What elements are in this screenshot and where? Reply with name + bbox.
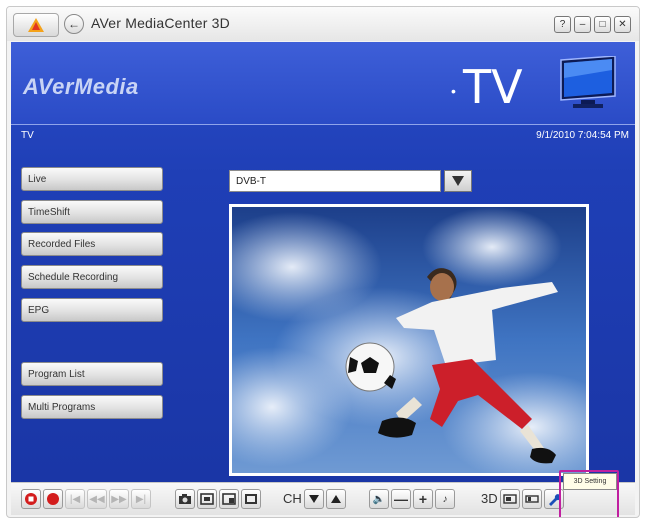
- sidebar-item-label: Schedule Recording: [28, 271, 119, 283]
- source-select[interactable]: DVB-T: [229, 170, 441, 192]
- help-button[interactable]: ?: [554, 16, 571, 33]
- pip-button[interactable]: [219, 489, 239, 509]
- minus-icon: —: [394, 491, 408, 507]
- tv-monitor-icon: [560, 56, 616, 108]
- rewind-button[interactable]: ◀◀: [87, 489, 107, 509]
- skip-forward-icon: ▶|: [135, 493, 147, 505]
- picture-in-picture-icon: [222, 493, 236, 505]
- music-note-icon: ♪: [442, 493, 448, 505]
- rewind-icon: ◀◀: [89, 493, 105, 505]
- 3d-mode-button[interactable]: [499, 489, 520, 509]
- back-arrow-icon: ←: [68, 17, 80, 31]
- screen-icon: [200, 493, 214, 505]
- sidebar-item-program-list[interactable]: Program List: [21, 362, 163, 386]
- back-button[interactable]: ←: [64, 14, 84, 34]
- sidebar-item-label: Program List: [28, 368, 85, 380]
- video-preview[interactable]: [229, 204, 589, 476]
- fullscreen-button[interactable]: [241, 489, 261, 509]
- app-window: ← AVer MediaCenter 3D ? – □ ✕ AVerMedia …: [6, 6, 640, 518]
- maximize-button[interactable]: □: [594, 16, 611, 33]
- skip-back-button[interactable]: |◀: [65, 489, 85, 509]
- triangle-down-icon: [452, 176, 464, 186]
- fullscreen-icon: [245, 494, 257, 504]
- camera-icon: [179, 494, 191, 504]
- volume-down-button[interactable]: —: [391, 489, 411, 509]
- header-divider: [11, 124, 635, 125]
- close-button[interactable]: ✕: [614, 16, 631, 33]
- stop-icon: [25, 493, 37, 505]
- section-title: TV: [463, 60, 523, 114]
- 3d-format-button[interactable]: [521, 489, 542, 509]
- skip-forward-button[interactable]: ▶|: [131, 489, 151, 509]
- channel-up-button[interactable]: [325, 489, 346, 509]
- display-mode-button[interactable]: [197, 489, 217, 509]
- minimize-icon: –: [579, 19, 586, 30]
- triangle-up-icon: [330, 495, 341, 503]
- fast-forward-button[interactable]: ▶▶: [109, 489, 129, 509]
- avermedia-logo-icon: [28, 18, 44, 32]
- fast-forward-icon: ▶▶: [111, 493, 127, 505]
- sidebar-item-live[interactable]: Live: [21, 167, 163, 191]
- sidebar-item-label: Recorded Files: [28, 238, 96, 250]
- audio-button[interactable]: ♪: [435, 489, 455, 509]
- record-icon: [47, 493, 59, 505]
- mute-button[interactable]: 🔈: [369, 489, 389, 509]
- close-icon: ✕: [618, 19, 627, 30]
- 3d-glasses-icon: [524, 495, 539, 503]
- triangle-down-icon: [308, 495, 319, 503]
- app-logo-button[interactable]: [13, 13, 59, 37]
- source-select-value: DVB-T: [236, 175, 266, 187]
- focus-highlight: [559, 470, 619, 517]
- source-dropdown-button[interactable]: [444, 170, 472, 192]
- channel-label: CH: [283, 491, 302, 506]
- channel-down-button[interactable]: [303, 489, 324, 509]
- snapshot-button[interactable]: [175, 489, 195, 509]
- sidebar-item-label: Multi Programs: [28, 401, 96, 413]
- sidebar-item-schedule-recording[interactable]: Schedule Recording: [21, 265, 163, 289]
- maximize-icon: □: [599, 19, 606, 30]
- 3d-mode-icon: [502, 494, 517, 504]
- help-icon: ?: [559, 19, 566, 30]
- stop-button[interactable]: [21, 489, 41, 509]
- breadcrumb: TV: [21, 130, 34, 141]
- three-d-label: 3D: [481, 491, 498, 506]
- sidebar-item-recorded-files[interactable]: Recorded Files: [21, 232, 163, 256]
- header-band: AVerMedia • TV: [11, 42, 635, 124]
- record-button[interactable]: [43, 489, 63, 509]
- sidebar-item-label: Live: [28, 173, 47, 185]
- brand-logo: AVerMedia: [23, 74, 139, 99]
- sidebar-item-epg[interactable]: EPG: [21, 298, 163, 322]
- main-panel: AVerMedia • TV TV 9/1/2010 7:04:54 PM Li…: [11, 42, 635, 482]
- sidebar-item-label: TimeShift: [28, 206, 70, 218]
- datetime-display: 9/1/2010 7:04:54 PM: [536, 130, 629, 141]
- playback-control-bar: |◀ ◀◀ ▶▶ ▶| CH 🔈 — + ♪ 3D: [11, 482, 635, 515]
- plus-icon: +: [418, 491, 428, 507]
- sidebar-item-timeshift[interactable]: TimeShift: [21, 200, 163, 224]
- volume-up-button[interactable]: +: [413, 489, 433, 509]
- minimize-button[interactable]: –: [574, 16, 591, 33]
- title-bar: ← AVer MediaCenter 3D ? – □ ✕: [7, 7, 639, 41]
- sidebar-item-label: EPG: [28, 304, 50, 316]
- speaker-icon: 🔈: [372, 493, 386, 505]
- title-bullet-icon: •: [451, 83, 456, 99]
- skip-back-icon: |◀: [69, 493, 81, 505]
- window-title: AVer MediaCenter 3D: [91, 15, 230, 31]
- sidebar-item-multi-programs[interactable]: Multi Programs: [21, 395, 163, 419]
- soccer-player-image: [232, 207, 586, 473]
